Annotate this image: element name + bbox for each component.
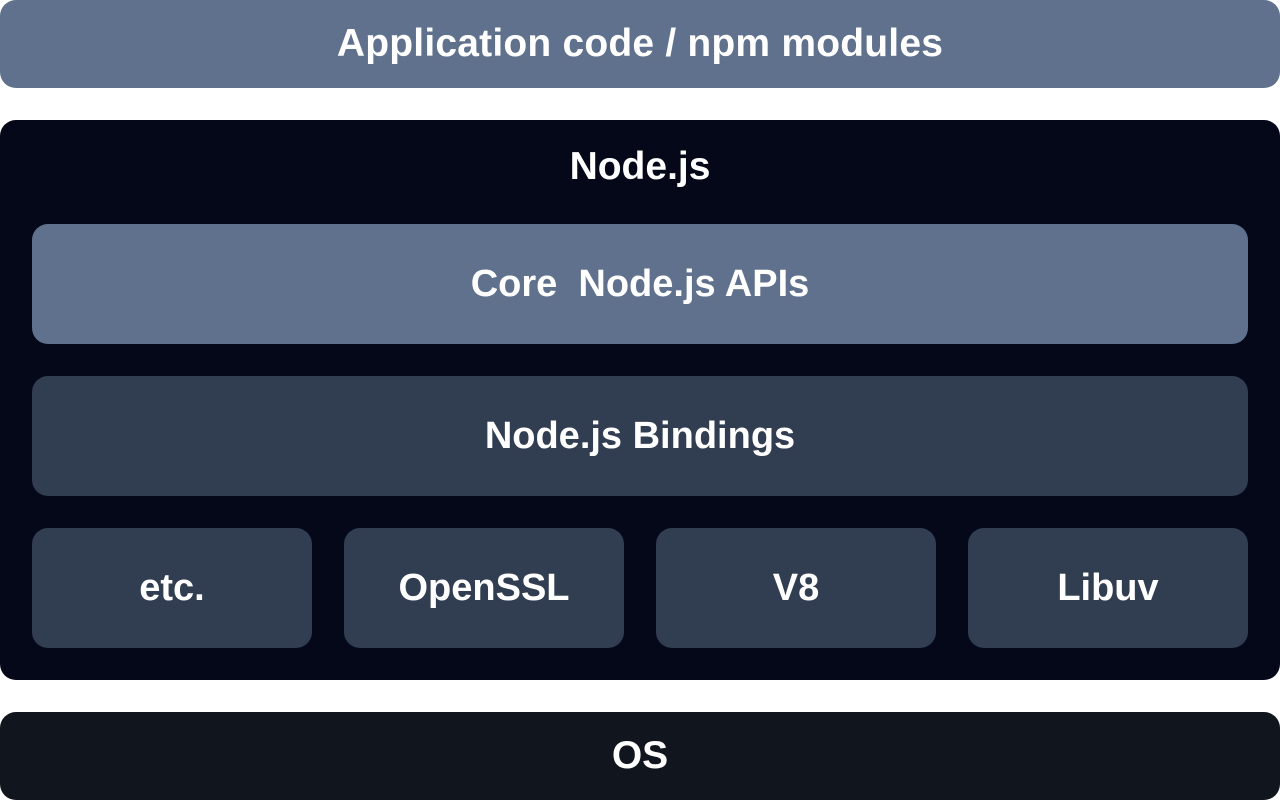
dependency-etc: etc. — [32, 528, 312, 648]
dependency-libuv: Libuv — [968, 528, 1248, 648]
bindings-layer: Node.js Bindings — [32, 376, 1248, 496]
nodejs-container: Node.js Core Node.js APIs Node.js Bindin… — [0, 120, 1280, 680]
core-apis-layer: Core Node.js APIs — [32, 224, 1248, 344]
dependency-openssl: OpenSSL — [344, 528, 624, 648]
dependency-v8: V8 — [656, 528, 936, 648]
application-layer: Application code / npm modules — [0, 0, 1280, 88]
nodejs-title: Node.js — [569, 145, 711, 188]
nodejs-architecture-diagram: Application code / npm modules Node.js C… — [0, 0, 1280, 800]
os-layer: OS — [0, 712, 1280, 800]
